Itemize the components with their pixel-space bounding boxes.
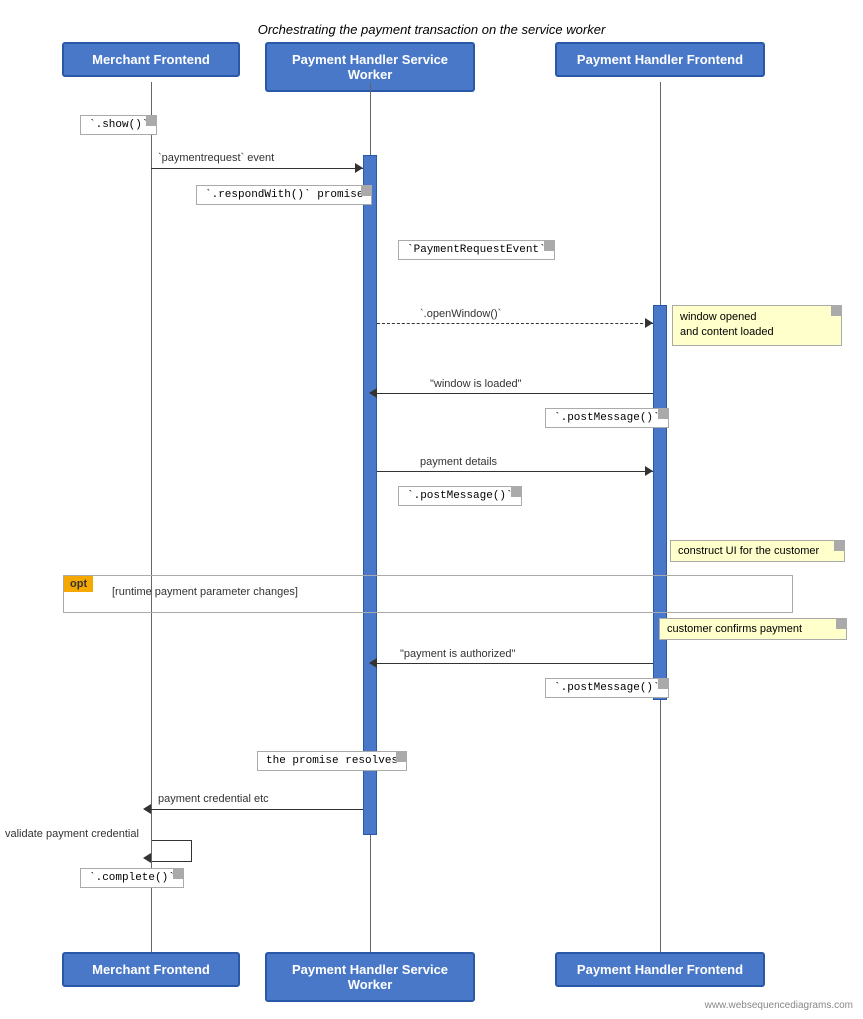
note-postmessage1: `.postMessage()` xyxy=(545,408,669,428)
arrow-payment-authorized xyxy=(377,663,653,664)
note-complete: `.complete()` xyxy=(80,868,184,888)
arrowhead-validate xyxy=(143,853,151,863)
lifeline-payment-frontend-top: Payment Handler Frontend xyxy=(555,42,765,77)
note-construct-ui: construct UI for the customer xyxy=(670,540,845,562)
arrow-payment-credential xyxy=(151,809,363,810)
label-openwindow: `.openWindow()` xyxy=(420,308,501,320)
label-payment-details: payment details xyxy=(420,456,497,468)
arrow-payment-details xyxy=(377,471,653,472)
footer: www.websequencediagrams.com xyxy=(705,1000,853,1011)
note-customer-confirms: customer confirms payment xyxy=(659,618,847,640)
arrowhead-payment-authorized xyxy=(369,658,377,668)
lifeline-service-worker-bottom: Payment Handler Service Worker xyxy=(265,952,475,1002)
arrowhead-payment-credential xyxy=(143,804,151,814)
arrow-openwindow xyxy=(377,323,653,324)
arrowhead-paymentrequest xyxy=(355,163,363,173)
lifeline-payment-frontend-bottom: Payment Handler Frontend xyxy=(555,952,765,987)
label-window-loaded: "window is loaded" xyxy=(430,378,522,390)
self-arrow-validate xyxy=(152,840,192,862)
note-postmessage2: `.postMessage()` xyxy=(398,486,522,506)
arrow-window-loaded xyxy=(377,393,653,394)
label-payment-credential: payment credential etc xyxy=(158,793,269,805)
arrowhead-openwindow xyxy=(645,318,653,328)
note-postmessage3: `.postMessage()` xyxy=(545,678,669,698)
diagram-container: Orchestrating the payment transaction on… xyxy=(0,0,863,1019)
arrowhead-payment-details xyxy=(645,466,653,476)
lifeline-merchant-top: Merchant Frontend xyxy=(62,42,240,77)
active-box-service-worker xyxy=(363,155,377,835)
note-window-opened: window openedand content loaded xyxy=(672,305,842,346)
label-paymentrequest: `paymentrequest` event xyxy=(158,152,274,164)
label-payment-authorized: "payment is authorized" xyxy=(400,648,515,660)
opt-label: opt xyxy=(64,576,93,592)
arrowhead-window-loaded xyxy=(369,388,377,398)
active-box-payment-frontend xyxy=(653,305,667,700)
label-validate: validate payment credential xyxy=(5,828,139,840)
opt-container: opt [runtime payment parameter changes] xyxy=(63,575,793,613)
lifeline-line-merchant xyxy=(151,82,152,952)
arrow-paymentrequest xyxy=(151,168,363,169)
note-promise-resolves: the promise resolves xyxy=(257,751,407,771)
note-paymentrequesteevent: `PaymentRequestEvent` xyxy=(398,240,555,260)
lifeline-merchant-bottom: Merchant Frontend xyxy=(62,952,240,987)
opt-condition: [runtime payment parameter changes] xyxy=(112,586,298,598)
note-show: `.show()` xyxy=(80,115,157,135)
note-respondwith: `.respondWith()` promise xyxy=(196,185,372,205)
